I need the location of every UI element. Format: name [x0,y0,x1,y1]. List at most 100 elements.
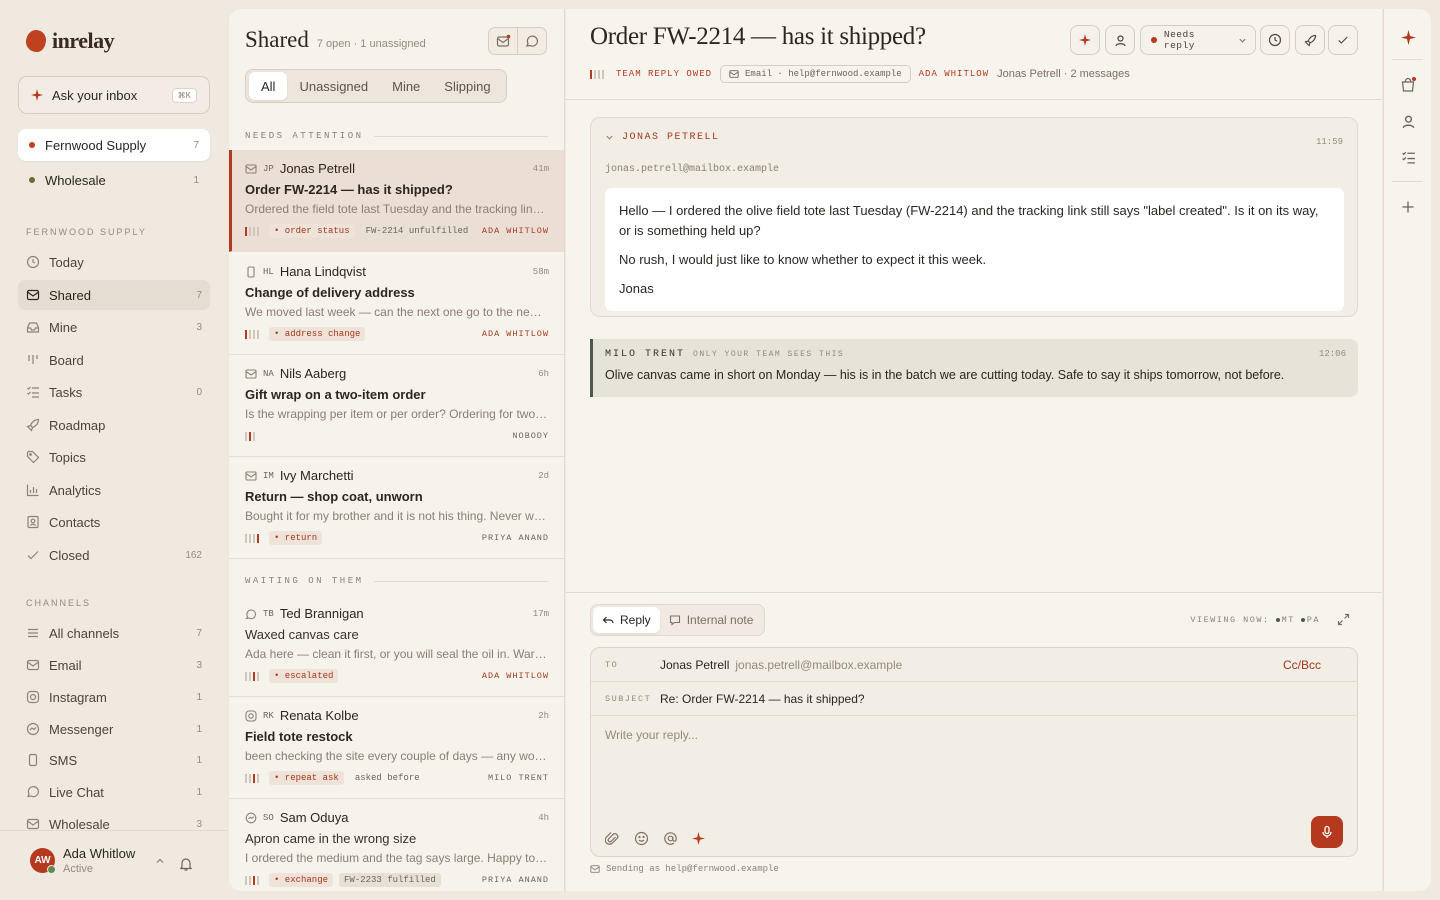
tab-slipping[interactable]: Slipping [432,72,502,100]
instagram-icon [245,709,257,722]
plus-icon[interactable] [1398,197,1418,217]
nav-board[interactable]: Board [18,345,210,375]
check-icon [26,548,40,562]
conversation-preview: Bought it for my brother and it is not h… [245,509,549,523]
conversation-subject: Change of delivery address [245,285,415,300]
group-heading: WAITING ON THEM [245,576,548,586]
contact-initials: IM [263,470,274,481]
nav-count: 0 [196,386,202,398]
escalate-button[interactable] [1295,25,1325,55]
tag-pill: • escalated [269,669,339,683]
conversation-item[interactable]: IM Ivy Marchetti 2d Return — shop coat, un… [229,457,564,559]
user-menu[interactable]: AW Ada Whitlow Active [30,846,165,875]
channel-live-chat[interactable]: Live Chat 1 [18,777,210,807]
urgency-bars [245,875,259,885]
nav-label: Closed [49,547,90,563]
attachment-icon[interactable] [605,831,620,846]
channel-messenger[interactable]: Messenger 1 [18,714,210,744]
reply-textarea[interactable]: Write your reply... [605,728,698,742]
nav-today[interactable]: Today [18,247,210,277]
clock-icon [1268,33,1282,47]
to-label: TO [605,659,619,670]
contact-initials: RK [263,710,274,721]
thread-assignee[interactable]: ADA WHITLOW [919,69,989,79]
user-status: Active [63,863,93,875]
cc-bcc-toggle[interactable]: Cc/Bcc [1283,658,1321,672]
internal-note-tab[interactable]: Internal note [660,607,763,633]
workspace-wholesale[interactable]: Wholesale 1 [18,164,210,196]
contact-name: Ted Brannigan [279,606,364,621]
chevron-down-icon [605,133,614,142]
channel-all[interactable]: All channels 7 [18,618,210,648]
channel-label: Live Chat [49,784,104,800]
user-icon[interactable] [1398,111,1418,131]
conversation-item[interactable]: JP Jonas Petrell 41m Order FW-2214 — has i… [229,150,564,252]
compose-mail-button[interactable] [488,27,518,55]
recipient-name[interactable]: Jonas Petrell [660,658,729,672]
checklist-icon[interactable] [1398,147,1418,167]
assign-button[interactable] [1105,25,1135,55]
assignee-label: MILO TRENT [487,773,549,783]
close-conversation-button[interactable] [1328,25,1358,55]
urgency-bars [590,69,604,79]
mention-icon[interactable] [663,831,678,846]
nav-shared[interactable]: Shared 7 [18,280,210,310]
composer-divider [566,592,1382,593]
sparkle-icon[interactable] [1398,27,1418,47]
nav-contacts[interactable]: Contacts [18,507,210,537]
conversation-item[interactable]: HL Hana Lindqvist 58m Change of delivery a… [229,253,564,355]
tab-all[interactable]: All [249,72,288,100]
shopping-bag-icon[interactable] [1398,75,1418,95]
emoji-icon[interactable] [634,831,649,846]
status-dropdown[interactable]: Needs reply [1140,25,1256,55]
channel-sms[interactable]: SMS 1 [18,745,210,775]
channel-instagram[interactable]: Instagram 1 [18,682,210,712]
tab-mine[interactable]: Mine [380,72,432,100]
nav-closed[interactable]: Closed 162 [18,540,210,570]
nav-mine[interactable]: Mine 3 [18,312,210,342]
ai-assist-button[interactable] [1070,25,1100,55]
nav-roadmap[interactable]: Roadmap [18,410,210,440]
message-header[interactable]: JONAS PETRELL [605,132,720,143]
viewer-initials: MT [1281,615,1295,625]
app-logo[interactable]: inrelay [26,28,115,54]
conversation-item[interactable]: TB Ted Brannigan 17m Waxed canvas care Ada… [229,595,564,697]
nav-count: 3 [196,321,202,333]
mail-icon [729,69,739,79]
channel-email[interactable]: Email 3 [18,650,210,680]
ai-sparkle-icon[interactable] [692,832,705,845]
channel-label: Instagram [49,689,107,705]
voice-record-button[interactable] [1311,816,1343,848]
reply-composer: TO Jonas Petrell jonas.petrell@mailbox.e… [590,647,1358,857]
nav-analytics[interactable]: Analytics [18,475,210,505]
ask-inbox-button[interactable]: Ask your inbox ⌘K [18,76,210,114]
nav-topics[interactable]: Topics [18,442,210,472]
channel-chip[interactable]: Email · help@fernwood.example [720,65,911,83]
group-label: WAITING ON THEM [245,576,364,586]
thread-summary: Jonas Petrell · 2 messages [997,68,1130,80]
bell-icon[interactable] [178,856,194,872]
reply-tab[interactable]: Reply [593,607,660,633]
board-icon [26,353,40,367]
tab-unassigned[interactable]: Unassigned [287,72,380,100]
nav-tasks[interactable]: Tasks 0 [18,377,210,407]
workspace-count: 1 [193,174,199,186]
conversation-item[interactable]: RK Renata Kolbe 2h Field tote restock been… [229,697,564,799]
conversation-item[interactable]: NA Nils Aaberg 6h Gift wrap on a two-item … [229,355,564,457]
section-heading: FERNWOOD SUPPLY [26,227,147,237]
subject-field[interactable]: Re: Order FW-2214 — has it shipped? [660,692,865,706]
conversation-item[interactable]: SO Sam Oduya 4h Apron came in the wrong si… [229,799,564,891]
chevron-down-icon [1238,36,1247,45]
new-chat-button[interactable] [517,27,547,55]
status-label: Needs reply [1163,29,1195,51]
sidebar: inrelay Ask your inbox ⌘K Fernwood Suppl… [0,0,228,900]
expand-icon[interactable] [1337,613,1350,626]
nav-label: Board [49,352,84,368]
channel-label: Email [49,657,82,673]
tag-icon [26,450,40,464]
filter-tabs: All Unassigned Mine Slipping [245,69,507,103]
snooze-button[interactable] [1260,25,1290,55]
message-body: Hello — I ordered the olive field tote l… [605,188,1344,311]
instagram-icon [26,690,40,704]
workspace-fernwood[interactable]: Fernwood Supply 7 [18,129,210,161]
